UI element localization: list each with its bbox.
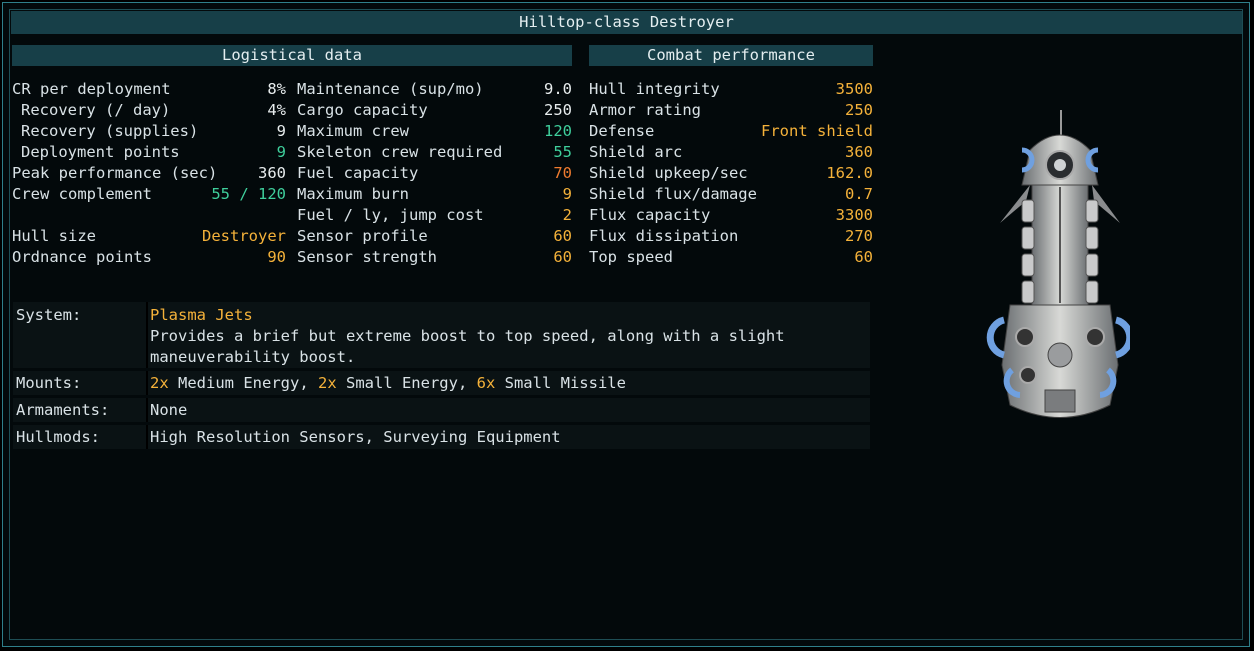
stat-crew-complement: Crew complement 55 / 120: [12, 185, 286, 203]
stat-cr-per-deployment: CR per deployment 8%: [12, 80, 286, 98]
armaments-value: None: [150, 401, 188, 419]
system-row: System: Plasma Jets Provides a brief but…: [13, 302, 870, 368]
stat-deployment-points: Deployment points 9: [21, 143, 286, 161]
hullmods-row: Hullmods: High Resolution Sensors, Surve…: [13, 425, 870, 449]
logistics-header: Logistical data: [12, 45, 572, 66]
mounts-row: Mounts: 2x Medium Energy, 2x Small Energ…: [13, 371, 870, 395]
system-name: Plasma Jets: [150, 306, 253, 324]
stat-peak-performance: Peak performance (sec) 360: [12, 164, 286, 182]
stat-flux-capacity: Flux capacity 3300: [589, 206, 873, 224]
armaments-label: Armaments:: [16, 401, 110, 419]
mounts-value: 2x Medium Energy, 2x Small Energy, 6x Sm…: [150, 374, 626, 392]
stat-shield-arc: Shield arc 360: [589, 143, 873, 161]
stat-fuel-capacity: Fuel capacity 70: [297, 164, 572, 182]
system-desc-line1: Provides a brief but extreme boost to to…: [150, 327, 785, 345]
stat-shield-flux-damage: Shield flux/damage 0.7: [589, 185, 873, 203]
stat-hull-size: Hull size Destroyer: [12, 227, 286, 245]
armaments-row: Armaments: None: [13, 398, 870, 422]
stat-ordnance-points: Ordnance points 90: [12, 248, 286, 266]
stat-flux-dissipation: Flux dissipation 270: [589, 227, 873, 245]
stat-skeleton-crew: Skeleton crew required 55: [297, 143, 572, 161]
mounts-label: Mounts:: [16, 374, 82, 392]
stat-top-speed: Top speed 60: [589, 248, 873, 266]
stat-recovery-day: Recovery (/ day) 4%: [21, 101, 286, 119]
ship-sprite: [986, 110, 1130, 418]
stat-recovery-supplies: Recovery (supplies) 9: [21, 122, 286, 140]
stat-maximum-burn: Maximum burn 9: [297, 185, 572, 203]
hullmods-value: High Resolution Sensors, Surveying Equip…: [150, 428, 561, 446]
combat-header: Combat performance: [589, 45, 873, 66]
system-label: System:: [16, 306, 82, 324]
system-desc-line2: maneuverability boost.: [150, 348, 356, 366]
stat-cargo-capacity: Cargo capacity 250: [297, 101, 572, 119]
ship-details-table: System: Plasma Jets Provides a brief but…: [13, 302, 870, 450]
stat-fuel-jump-cost: Fuel / ly, jump cost 2: [297, 206, 572, 224]
hullmods-label: Hullmods:: [16, 428, 100, 446]
stat-sensor-strength: Sensor strength 60: [297, 248, 572, 266]
stat-armor-rating: Armor rating 250: [589, 101, 873, 119]
ship-title: Hilltop-class Destroyer: [11, 11, 1242, 34]
stat-maximum-crew: Maximum crew 120: [297, 122, 572, 140]
system-value: Plasma Jets Provides a brief but extreme…: [150, 305, 785, 368]
stat-hull-integrity: Hull integrity 3500: [589, 80, 873, 98]
stat-shield-upkeep: Shield upkeep/sec 162.0: [589, 164, 873, 182]
stat-defense: Defense Front shield: [589, 122, 873, 140]
stat-sensor-profile: Sensor profile 60: [297, 227, 572, 245]
stat-maintenance: Maintenance (sup/mo) 9.0: [297, 80, 572, 98]
